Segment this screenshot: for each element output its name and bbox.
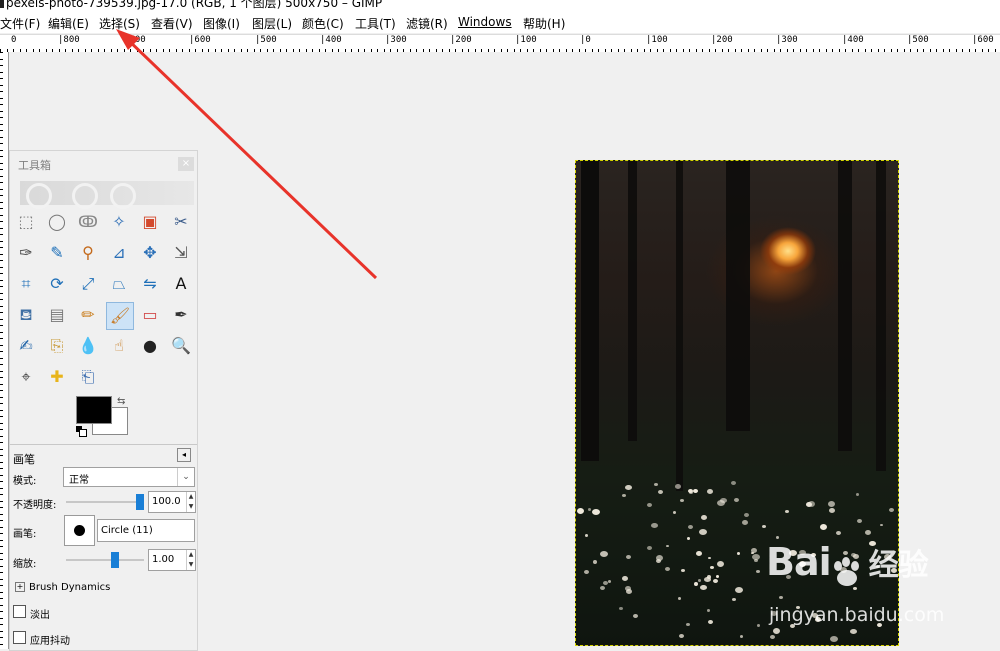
color-area: ⇆	[76, 396, 131, 438]
toolbox-header: 工具箱 ×	[10, 151, 197, 173]
blend-icon[interactable]: ▤	[44, 302, 70, 328]
default-colors-icon[interactable]	[76, 426, 87, 437]
zoom-tool-icon[interactable]: ⚲	[75, 240, 101, 266]
smudge-icon[interactable]: ☝	[106, 333, 132, 359]
heal-icon[interactable]: ✚	[44, 364, 70, 390]
dodge-burn-icon[interactable]: ●	[137, 333, 163, 359]
brush-preview[interactable]	[64, 515, 95, 546]
align-icon[interactable]: ⇲	[168, 240, 194, 266]
cage-transform-icon[interactable]: ⌖	[13, 364, 39, 390]
gimp-logo	[20, 181, 194, 209]
jitter-checkbox[interactable]	[13, 631, 26, 644]
brush-dynamics-label: Brush Dynamics	[29, 582, 111, 593]
fuzzy-select-icon[interactable]: ✧	[106, 209, 132, 235]
restore-icon[interactable]: ◂	[177, 448, 191, 462]
flip-icon[interactable]: ⇋	[137, 271, 163, 297]
scale-label: 缩放:	[13, 559, 37, 570]
rotate-icon[interactable]: ⟳	[44, 271, 70, 297]
watermark: Bai 经验	[766, 540, 929, 587]
spin-arrows-icon[interactable]: ▲ ▼	[186, 550, 195, 570]
jitter-label: 应用抖动	[30, 636, 70, 647]
toolbox-panel: 工具箱 × ⇆ 画笔 ◂ 模式: 正常 ⌄ 不透明度: 100.0 ▲ ▼ 画笔:…	[9, 150, 198, 651]
chevron-down-icon: ⌄	[177, 468, 194, 486]
measure-icon[interactable]: ⊿	[106, 240, 132, 266]
mode-value: 正常	[69, 475, 89, 486]
expand-icon: +	[15, 582, 25, 592]
paw-icon	[831, 556, 863, 587]
color-picker-icon[interactable]: ✎	[44, 240, 70, 266]
paths-icon[interactable]: ✑	[13, 240, 39, 266]
scale-icon[interactable]: ⤢	[75, 271, 101, 297]
opacity-value: 100.0	[152, 496, 181, 507]
pencil-icon[interactable]: ✏	[75, 302, 101, 328]
rect-select-icon[interactable]: ⬚	[13, 209, 39, 235]
watermark-brand: Bai	[766, 540, 832, 584]
toolbox-title: 工具箱	[18, 159, 51, 172]
opacity-label: 不透明度:	[13, 500, 57, 511]
perspective-clone-icon[interactable]: ⎗	[75, 364, 101, 390]
watermark-url: jingyan.baidu.com	[769, 604, 945, 626]
opacity-slider[interactable]	[66, 494, 144, 510]
bucket-fill-icon[interactable]: ⛾	[13, 302, 39, 328]
mode-select[interactable]: 正常 ⌄	[63, 467, 195, 487]
ellipse-select-icon[interactable]: ◯	[44, 209, 70, 235]
opacity-slider-thumb[interactable]	[136, 494, 144, 510]
divider	[10, 444, 197, 445]
move-icon[interactable]: ✥	[137, 240, 163, 266]
clone-icon[interactable]: ⎘	[44, 333, 70, 359]
text-icon[interactable]: A	[168, 271, 194, 297]
scale-spinner[interactable]: 1.00 ▲ ▼	[148, 549, 196, 571]
close-icon[interactable]: ×	[178, 157, 194, 171]
watermark-brand-cn: 经验	[868, 548, 929, 583]
brush-label: 画笔:	[13, 529, 37, 540]
magnify-icon[interactable]: 🔍	[168, 333, 194, 359]
opacity-spinner[interactable]: 100.0 ▲ ▼	[148, 491, 196, 513]
scale-value: 1.00	[152, 554, 175, 565]
mode-label: 模式:	[13, 476, 37, 487]
paintbrush-icon[interactable]: 🖌	[106, 302, 134, 330]
swap-colors-icon[interactable]: ⇆	[117, 396, 125, 407]
scale-slider-thumb[interactable]	[111, 552, 119, 568]
perspective-icon[interactable]: ⏢	[106, 271, 132, 297]
scale-slider[interactable]	[66, 552, 144, 568]
fade-label: 淡出	[30, 610, 50, 621]
by-color-select-icon[interactable]: ▣	[137, 209, 163, 235]
blur-icon[interactable]: 💧	[75, 333, 101, 359]
fade-checkbox[interactable]	[13, 605, 26, 618]
crop-icon[interactable]: ⌗	[13, 271, 39, 297]
ink-icon[interactable]: ✍	[13, 333, 39, 359]
brush-name: Circle (11)	[101, 525, 153, 536]
brush-dynamics-expander[interactable]: + Brush Dynamics	[15, 582, 110, 593]
free-select-icon[interactable]: ↂ	[75, 209, 101, 235]
spin-arrows-icon[interactable]: ▲ ▼	[186, 492, 195, 512]
foreground-color[interactable]	[76, 396, 112, 424]
brush-name-field[interactable]: Circle (11)	[97, 519, 195, 542]
scissors-icon[interactable]: ✂	[168, 209, 194, 235]
tool-options-title: 画笔	[13, 453, 35, 466]
eraser-icon[interactable]: ▭	[137, 302, 163, 328]
airbrush-icon[interactable]: ✒	[168, 302, 194, 328]
